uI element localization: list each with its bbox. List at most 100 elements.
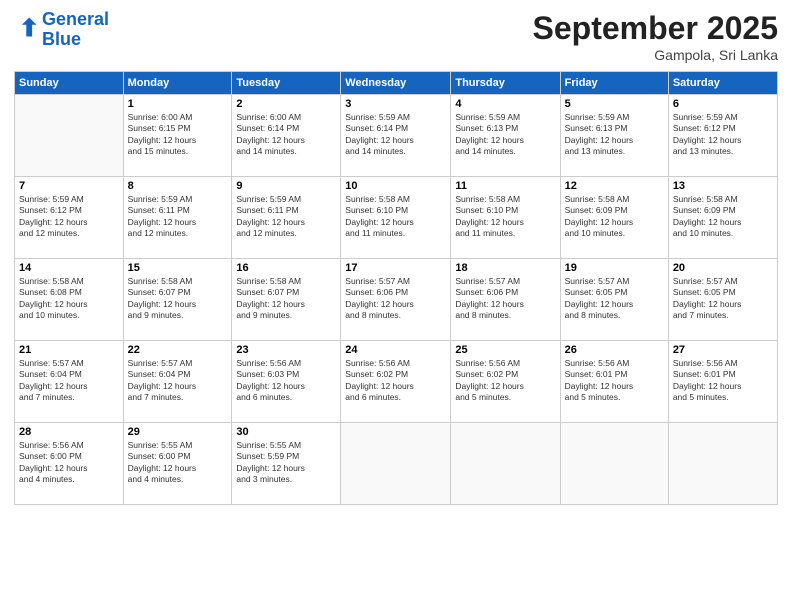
- day-number: 13: [673, 180, 773, 192]
- calendar-cell-3-2: 15 Sunrise: 5:58 AM Sunset: 6:07 PM Dayli…: [123, 259, 232, 341]
- header-sunday: Sunday: [15, 72, 124, 95]
- calendar-cell-3-3: 16 Sunrise: 5:58 AM Sunset: 6:07 PM Dayli…: [232, 259, 341, 341]
- day-number: 25: [455, 344, 555, 356]
- day-info: Sunrise: 5:58 AM Sunset: 6:07 PM Dayligh…: [128, 276, 228, 322]
- calendar-cell-1-1: [15, 95, 124, 177]
- calendar-cell-4-5: 25 Sunrise: 5:56 AM Sunset: 6:02 PM Dayli…: [451, 341, 560, 423]
- day-info: Sunrise: 5:59 AM Sunset: 6:13 PM Dayligh…: [565, 112, 664, 158]
- day-number: 21: [19, 344, 119, 356]
- day-number: 17: [345, 262, 446, 274]
- calendar-cell-5-7: [668, 423, 777, 505]
- calendar-cell-3-7: 20 Sunrise: 5:57 AM Sunset: 6:05 PM Dayli…: [668, 259, 777, 341]
- calendar-header-row: Sunday Monday Tuesday Wednesday Thursday…: [15, 72, 778, 95]
- calendar-cell-4-1: 21 Sunrise: 5:57 AM Sunset: 6:04 PM Dayli…: [15, 341, 124, 423]
- day-info: Sunrise: 5:57 AM Sunset: 6:05 PM Dayligh…: [673, 276, 773, 322]
- calendar-week-5: 28Sunrise: 5:56 AM Sunset: 6:00 PM Dayli…: [15, 423, 778, 505]
- calendar-cell-5-4: [341, 423, 451, 505]
- page: General Blue September 2025 Gampola, Sri…: [0, 0, 792, 612]
- calendar-cell-4-4: 24 Sunrise: 5:56 AM Sunset: 6:02 PM Dayli…: [341, 341, 451, 423]
- day-info: Sunrise: 5:56 AM Sunset: 6:03 PM Dayligh…: [236, 358, 336, 404]
- calendar-cell-2-2: 8 Sunrise: 5:59 AM Sunset: 6:11 PM Daylig…: [123, 177, 232, 259]
- day-number: 18: [455, 262, 555, 274]
- day-number: 29: [128, 426, 228, 438]
- day-number: 1: [128, 98, 228, 110]
- day-number: 22: [128, 344, 228, 356]
- calendar-cell-5-5: [451, 423, 560, 505]
- header-thursday: Thursday: [451, 72, 560, 95]
- calendar-cell-3-6: 19Sunrise: 5:57 AM Sunset: 6:05 PM Dayli…: [560, 259, 668, 341]
- day-number: 14: [19, 262, 119, 274]
- day-number: 15: [128, 262, 228, 274]
- day-info: Sunrise: 5:58 AM Sunset: 6:08 PM Dayligh…: [19, 276, 119, 322]
- day-number: 16: [236, 262, 336, 274]
- calendar-cell-4-3: 23 Sunrise: 5:56 AM Sunset: 6:03 PM Dayli…: [232, 341, 341, 423]
- header: General Blue September 2025 Gampola, Sri…: [14, 10, 778, 63]
- calendar-cell-5-6: [560, 423, 668, 505]
- logo-icon: [16, 16, 38, 38]
- day-number: 24: [345, 344, 446, 356]
- day-info: Sunrise: 5:57 AM Sunset: 6:04 PM Dayligh…: [19, 358, 119, 404]
- day-number: 23: [236, 344, 336, 356]
- calendar-cell-2-1: 7 Sunrise: 5:59 AM Sunset: 6:12 PM Daylig…: [15, 177, 124, 259]
- day-info: Sunrise: 5:57 AM Sunset: 6:05 PM Dayligh…: [565, 276, 664, 322]
- title-section: September 2025 Gampola, Sri Lanka: [533, 10, 778, 63]
- day-number: 10: [345, 180, 446, 192]
- day-info: Sunrise: 5:58 AM Sunset: 6:10 PM Dayligh…: [455, 194, 555, 240]
- day-number: 12: [565, 180, 664, 192]
- calendar-week-3: 14 Sunrise: 5:58 AM Sunset: 6:08 PM Dayli…: [15, 259, 778, 341]
- day-number: 7: [19, 180, 119, 192]
- day-number: 20: [673, 262, 773, 274]
- day-info: Sunrise: 5:56 AM Sunset: 6:01 PM Dayligh…: [565, 358, 664, 404]
- header-friday: Friday: [560, 72, 668, 95]
- calendar: Sunday Monday Tuesday Wednesday Thursday…: [14, 71, 778, 505]
- day-number: 8: [128, 180, 228, 192]
- day-number: 2: [236, 98, 336, 110]
- calendar-week-4: 21 Sunrise: 5:57 AM Sunset: 6:04 PM Dayli…: [15, 341, 778, 423]
- day-info: Sunrise: 5:59 AM Sunset: 6:14 PM Dayligh…: [345, 112, 446, 158]
- day-info: Sunrise: 6:00 AM Sunset: 6:14 PM Dayligh…: [236, 112, 336, 158]
- calendar-cell-1-2: 1Sunrise: 6:00 AM Sunset: 6:15 PM Daylig…: [123, 95, 232, 177]
- calendar-cell-2-3: 9Sunrise: 5:59 AM Sunset: 6:11 PM Daylig…: [232, 177, 341, 259]
- calendar-cell-2-6: 12 Sunrise: 5:58 AM Sunset: 6:09 PM Dayli…: [560, 177, 668, 259]
- day-info: Sunrise: 5:57 AM Sunset: 6:04 PM Dayligh…: [128, 358, 228, 404]
- day-info: Sunrise: 5:56 AM Sunset: 6:02 PM Dayligh…: [345, 358, 446, 404]
- header-wednesday: Wednesday: [341, 72, 451, 95]
- day-info: Sunrise: 5:59 AM Sunset: 6:12 PM Dayligh…: [673, 112, 773, 158]
- day-info: Sunrise: 5:58 AM Sunset: 6:10 PM Dayligh…: [345, 194, 446, 240]
- day-info: Sunrise: 5:59 AM Sunset: 6:11 PM Dayligh…: [128, 194, 228, 240]
- calendar-cell-3-5: 18 Sunrise: 5:57 AM Sunset: 6:06 PM Dayli…: [451, 259, 560, 341]
- calendar-cell-4-7: 27 Sunrise: 5:56 AM Sunset: 6:01 PM Dayli…: [668, 341, 777, 423]
- logo-text-line1: General: [42, 10, 109, 30]
- logo-text-line2: Blue: [42, 30, 109, 50]
- day-info: Sunrise: 5:56 AM Sunset: 6:02 PM Dayligh…: [455, 358, 555, 404]
- day-info: Sunrise: 5:56 AM Sunset: 6:01 PM Dayligh…: [673, 358, 773, 404]
- calendar-cell-1-3: 2 Sunrise: 6:00 AM Sunset: 6:14 PM Daylig…: [232, 95, 341, 177]
- logo: General Blue: [14, 10, 109, 50]
- day-number: 6: [673, 98, 773, 110]
- day-info: Sunrise: 5:58 AM Sunset: 6:09 PM Dayligh…: [673, 194, 773, 240]
- header-tuesday: Tuesday: [232, 72, 341, 95]
- day-number: 3: [345, 98, 446, 110]
- location-subtitle: Gampola, Sri Lanka: [533, 47, 778, 63]
- day-info: Sunrise: 5:59 AM Sunset: 6:12 PM Dayligh…: [19, 194, 119, 240]
- day-number: 28: [19, 426, 119, 438]
- calendar-cell-1-6: 5Sunrise: 5:59 AM Sunset: 6:13 PM Daylig…: [560, 95, 668, 177]
- calendar-cell-4-2: 22 Sunrise: 5:57 AM Sunset: 6:04 PM Dayli…: [123, 341, 232, 423]
- calendar-cell-5-3: 30 Sunrise: 5:55 AM Sunset: 5:59 PM Dayli…: [232, 423, 341, 505]
- calendar-cell-2-5: 11 Sunrise: 5:58 AM Sunset: 6:10 PM Dayli…: [451, 177, 560, 259]
- day-info: Sunrise: 5:55 AM Sunset: 5:59 PM Dayligh…: [236, 440, 336, 486]
- header-saturday: Saturday: [668, 72, 777, 95]
- day-number: 11: [455, 180, 555, 192]
- day-number: 26: [565, 344, 664, 356]
- day-info: Sunrise: 5:58 AM Sunset: 6:07 PM Dayligh…: [236, 276, 336, 322]
- month-title: September 2025: [533, 10, 778, 47]
- day-info: Sunrise: 5:57 AM Sunset: 6:06 PM Dayligh…: [455, 276, 555, 322]
- day-info: Sunrise: 5:59 AM Sunset: 6:13 PM Dayligh…: [455, 112, 555, 158]
- day-info: Sunrise: 5:55 AM Sunset: 6:00 PM Dayligh…: [128, 440, 228, 486]
- day-info: Sunrise: 5:58 AM Sunset: 6:09 PM Dayligh…: [565, 194, 664, 240]
- day-number: 27: [673, 344, 773, 356]
- day-number: 30: [236, 426, 336, 438]
- calendar-cell-2-4: 10 Sunrise: 5:58 AM Sunset: 6:10 PM Dayli…: [341, 177, 451, 259]
- day-info: Sunrise: 5:57 AM Sunset: 6:06 PM Dayligh…: [345, 276, 446, 322]
- calendar-cell-5-2: 29 Sunrise: 5:55 AM Sunset: 6:00 PM Dayli…: [123, 423, 232, 505]
